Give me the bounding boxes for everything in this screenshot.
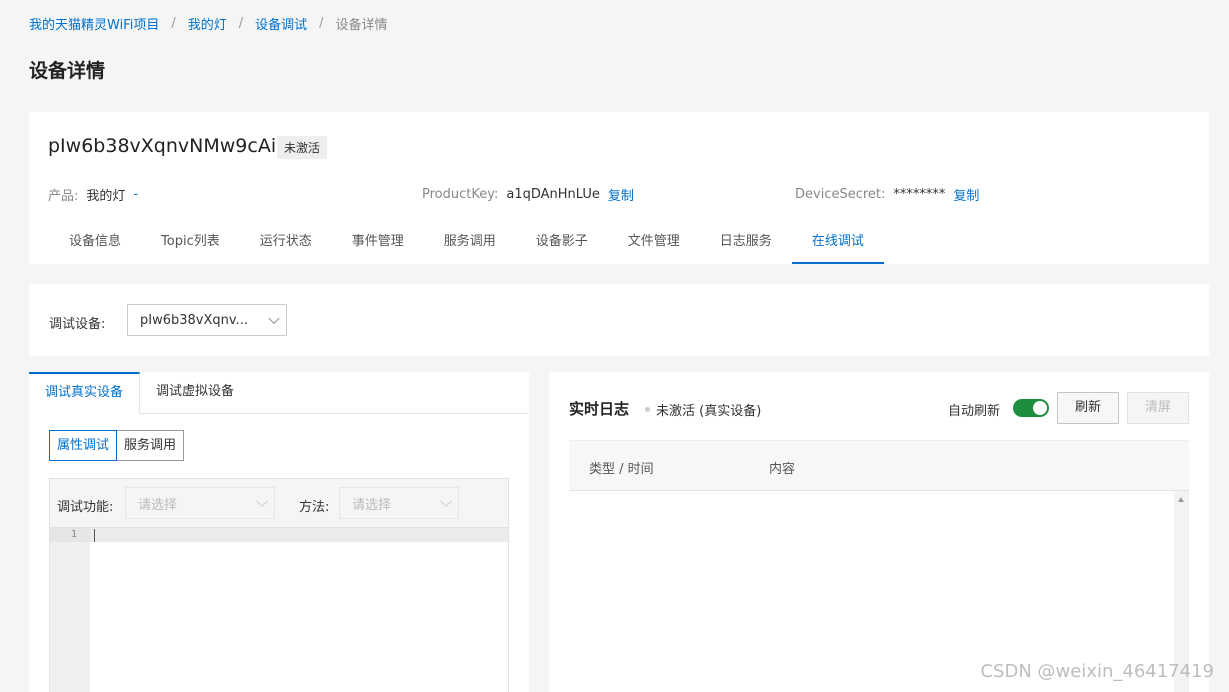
- device-tabs: 设备信息 Topic列表 运行状态 事件管理 服务调用 设备影子 文件管理 日志…: [49, 224, 884, 264]
- log-status-text: 未激活 (真实设备): [656, 404, 762, 419]
- debug-device-label: 调试设备:: [49, 317, 106, 332]
- code-editor: 调试功能: 请选择 方法: 请选择 1: [49, 478, 509, 692]
- devicesecret-copy-link[interactable]: 复制: [953, 185, 979, 204]
- watermark: CSDN @weixin_46417419: [980, 661, 1214, 682]
- productkey-value: a1qDAnHnLUe: [506, 187, 600, 202]
- column-type-time: 类型 / 时间: [589, 462, 654, 477]
- breadcrumb-current: 设备详情: [335, 18, 388, 33]
- editor-toolbar: 调试功能: 请选择 方法: 请选择: [50, 479, 508, 528]
- debug-function-select[interactable]: 请选择: [125, 487, 275, 519]
- tab-event-management[interactable]: 事件管理: [332, 224, 424, 264]
- tab-topic-list[interactable]: Topic列表: [141, 224, 240, 264]
- devicesecret-label: DeviceSecret:: [795, 187, 886, 202]
- tab-online-debug[interactable]: 在线调试: [791, 224, 884, 264]
- column-content: 内容: [769, 462, 796, 477]
- service-call-button[interactable]: 服务调用: [117, 430, 185, 461]
- product-info: 产品: 我的灯 -: [48, 185, 138, 204]
- method-placeholder: 请选择: [352, 497, 392, 513]
- debug-left-panel: 调试真实设备 调试虚拟设备 属性调试 服务调用 调试功能: 请选择 方法: 请选…: [29, 372, 529, 692]
- page-title: 设备详情: [29, 60, 106, 82]
- chevron-down-icon: [438, 488, 458, 518]
- product-link[interactable]: -: [133, 187, 138, 202]
- breadcrumb-separator: /: [238, 16, 244, 31]
- debug-mode-group: 属性调试 服务调用: [49, 430, 185, 461]
- tab-device-info[interactable]: 设备信息: [49, 224, 141, 264]
- chevron-down-icon: [254, 488, 274, 518]
- log-status: 未激活 (真实设备): [645, 400, 761, 419]
- breadcrumb-separator: /: [171, 16, 176, 31]
- log-title: 实时日志: [569, 400, 630, 418]
- debug-function-label: 调试功能:: [57, 500, 114, 515]
- productkey-label: ProductKey:: [422, 187, 499, 202]
- method-label: 方法:: [299, 500, 330, 515]
- device-info-card: pIw6b38vXqnvNMw9cAil 未激活 产品: 我的灯 - Produ…: [29, 112, 1209, 264]
- tab-device-shadow[interactable]: 设备影子: [516, 224, 608, 264]
- tab-debug-real-device[interactable]: 调试真实设备: [29, 372, 141, 414]
- device-name: pIw6b38vXqnvNMw9cAil: [48, 135, 282, 157]
- editor-gutter: 1: [50, 528, 90, 692]
- breadcrumb: 我的天猫精灵WiFi项目 / 我的灯 / 设备调试 / 设备详情: [29, 14, 388, 33]
- chevron-down-icon: [266, 305, 286, 335]
- text-cursor: [94, 529, 95, 542]
- tab-service-call[interactable]: 服务调用: [424, 224, 516, 264]
- breadcrumb-item-project[interactable]: 我的天猫精灵WiFi项目: [29, 14, 159, 33]
- tab-log-service[interactable]: 日志服务: [700, 224, 792, 264]
- editor-code-area[interactable]: [90, 528, 508, 542]
- clear-button[interactable]: 清屏: [1127, 392, 1189, 424]
- method-select[interactable]: 请选择: [339, 487, 459, 519]
- devicesecret-value: ********: [893, 187, 946, 202]
- line-number: 1: [50, 528, 90, 542]
- toggle-knob: [1033, 401, 1047, 415]
- breadcrumb-separator: /: [319, 16, 324, 31]
- tab-debug-virtual-device[interactable]: 调试虚拟设备: [140, 372, 250, 414]
- status-dot-icon: [645, 407, 650, 412]
- devicesecret-info: DeviceSecret: ******** 复制: [795, 185, 979, 204]
- status-badge: 未激活: [277, 136, 328, 159]
- debug-device-card: 调试设备: pIw6b38vXqnv...: [29, 284, 1209, 356]
- debug-subtabs: 调试真实设备 调试虚拟设备: [29, 372, 529, 414]
- log-table-header: 类型 / 时间 内容: [569, 440, 1189, 491]
- refresh-button[interactable]: 刷新: [1057, 392, 1119, 424]
- productkey-info: ProductKey: a1qDAnHnLUe 复制: [422, 185, 634, 204]
- debug-device-selected: pIw6b38vXqnv...: [140, 312, 248, 328]
- auto-refresh-toggle[interactable]: [1013, 399, 1049, 417]
- scroll-up-icon[interactable]: [1178, 497, 1184, 502]
- product-label: 产品:: [48, 189, 79, 204]
- product-value: 我的灯: [86, 189, 126, 204]
- tab-running-status[interactable]: 运行状态: [240, 224, 332, 264]
- breadcrumb-item-product[interactable]: 我的灯: [188, 14, 227, 33]
- tab-file-management[interactable]: 文件管理: [608, 224, 700, 264]
- auto-refresh-label: 自动刷新: [948, 404, 1001, 419]
- debug-device-select[interactable]: pIw6b38vXqnv...: [127, 304, 287, 336]
- realtime-log-panel: 实时日志 未激活 (真实设备) 自动刷新 刷新 清屏 类型 / 时间 内容: [549, 372, 1209, 692]
- breadcrumb-item-device-debug[interactable]: 设备调试: [255, 14, 307, 33]
- productkey-copy-link[interactable]: 复制: [608, 185, 634, 204]
- debug-function-placeholder: 请选择: [138, 497, 178, 513]
- property-debug-button[interactable]: 属性调试: [49, 430, 118, 461]
